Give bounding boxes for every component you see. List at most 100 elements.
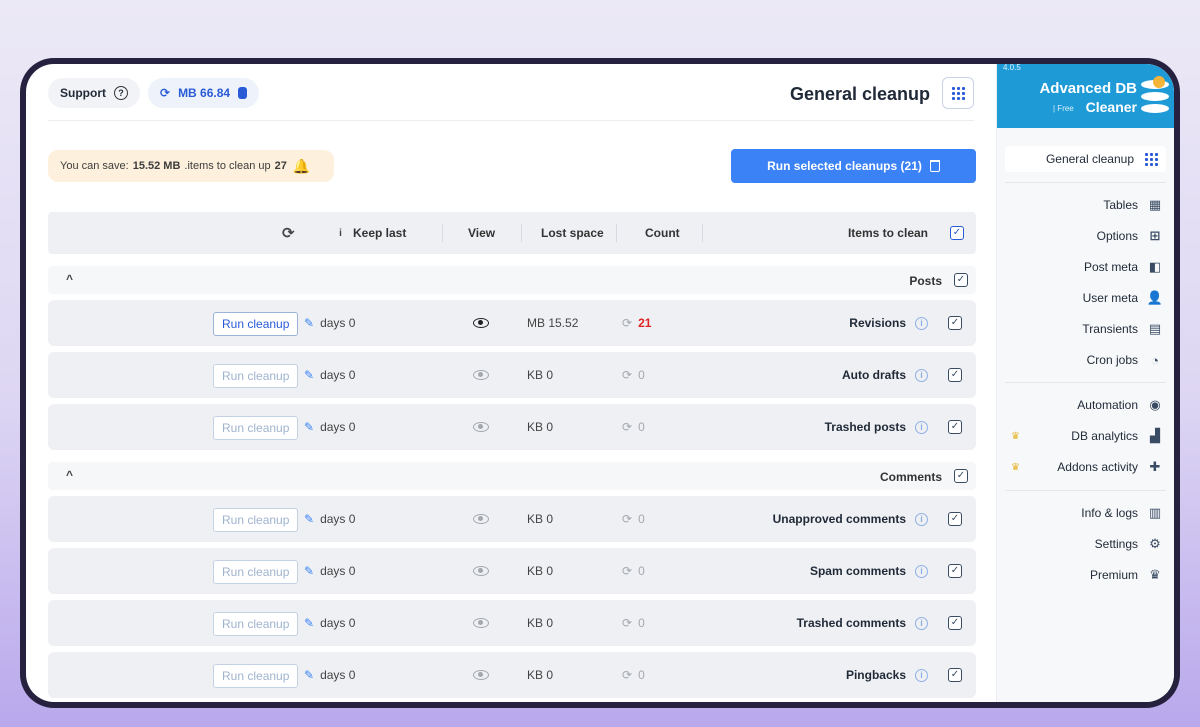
row-checkbox[interactable]: ✓ [948, 548, 962, 594]
sidebar-item-transients[interactable]: Transients ▤ [1082, 316, 1162, 342]
lost-space-cell: MB 15.52 [527, 316, 579, 330]
info-icon[interactable]: i [915, 352, 928, 398]
sidebar-item-label: Tables [1103, 198, 1138, 212]
sidebar-item-cron-jobs[interactable]: Cron jobs ◔ [1087, 347, 1162, 373]
section-checkbox[interactable]: ✓ [954, 273, 968, 287]
bar-chart-icon: ▟ [1150, 428, 1160, 443]
info-icon[interactable]: i [915, 600, 928, 646]
sidebar-item-user-meta[interactable]: User meta 👤 [1083, 285, 1163, 311]
keep-last-cell[interactable]: ✎ days 0 [304, 352, 355, 398]
keep-last-cell[interactable]: ✎ days 0 [304, 300, 355, 346]
count-header: Count [645, 226, 680, 240]
page-title: General cleanup [789, 84, 930, 104]
sidebar-item-general-cleanup[interactable]: General cleanup [1005, 146, 1166, 172]
sidebar-item-label: Options [1096, 229, 1138, 243]
keep-value: days 0 [320, 616, 356, 630]
version-label: 4.0.5 [1003, 64, 1021, 72]
info-icon[interactable]: i [915, 300, 928, 346]
row-checkbox[interactable]: ✓ [948, 652, 962, 698]
view-button[interactable] [473, 404, 489, 450]
keep-value: days 0 [320, 316, 356, 330]
run-cleanup-button[interactable]: Run cleanup [213, 664, 299, 688]
view-button[interactable] [473, 652, 489, 698]
run-cleanup-button[interactable]: Run cleanup [213, 364, 299, 388]
info-icon[interactable]: i [915, 496, 928, 542]
support-button[interactable]: Support ? [48, 78, 140, 108]
save-prefix: You can save: [60, 160, 129, 172]
items-count: 27 [274, 160, 287, 172]
lost-space-cell: KB 0 [527, 616, 554, 630]
table-row: Run cleanup ✎ days 0 KB 0 ⟳ 0 Pingbacks i … [48, 652, 976, 698]
lost-space-cell: KB 0 [527, 420, 554, 434]
table-row: Run cleanup ✎ days 0 KB 0 ⟳ 0 Spam comment… [48, 548, 976, 594]
pencil-icon: ✎ [304, 316, 315, 330]
sidebar-item-addons-activity[interactable]: Addons activity ✚ [1057, 454, 1162, 480]
view-button[interactable] [473, 600, 489, 646]
grid-view-button[interactable] [942, 77, 974, 109]
count-value: 0 [638, 368, 645, 382]
run-cleanup-button[interactable]: Run cleanup [213, 560, 299, 584]
info-icon[interactable]: i [915, 404, 928, 450]
row-checkbox[interactable]: ✓ [948, 352, 962, 398]
keep-last-cell[interactable]: ✎ days 0 [304, 496, 355, 542]
keep-last-header: i Keep last [334, 212, 406, 254]
collapse-icon[interactable]: ^ [66, 272, 73, 286]
table-row: Run cleanup ✎ days 0 KB 0 ⟳ 0 Auto drafts … [48, 352, 976, 398]
row-checkbox[interactable]: ✓ [948, 300, 962, 346]
pencil-icon: ✎ [304, 668, 315, 682]
table-row: Run cleanup ✎ days 0 KB 0 ⟳ 0 Trashed post… [48, 404, 976, 450]
count-value: 0 [638, 564, 645, 578]
row-checkbox[interactable]: ✓ [948, 600, 962, 646]
sidebar-item-db-analytics[interactable]: DB analytics ▟ [1071, 423, 1162, 449]
save-middle: .items to clean up [184, 160, 271, 172]
sidebar-item-automation[interactable]: Automation ◉ [1077, 392, 1162, 418]
count-value: 0 [638, 420, 645, 434]
automation-icon: ◉ [1149, 397, 1161, 412]
sidebar-item-options[interactable]: Options ⊞ [1097, 223, 1162, 249]
refresh-all-icon[interactable]: ⟳ [282, 212, 295, 254]
eye-icon [473, 370, 489, 380]
keep-last-cell[interactable]: ✎ days 0 [304, 652, 355, 698]
sidebar-item-premium[interactable]: Premium ♛ [1090, 562, 1162, 588]
clock-icon: ◔ [1151, 352, 1159, 368]
keep-value: days 0 [320, 564, 356, 578]
count-cell: ⟳ 0 [622, 548, 645, 594]
view-button[interactable] [473, 300, 489, 346]
crown-icon: ♛ [1011, 462, 1020, 473]
sidebar-item-settings[interactable]: Settings ⚙ [1095, 531, 1162, 557]
section-posts: ^ Posts ✓ [48, 266, 976, 294]
run-cleanup-button[interactable]: Run cleanup [213, 416, 299, 440]
run-selected-cleanups-button[interactable]: Run selected cleanups (21) [731, 149, 976, 183]
eye-icon [473, 318, 489, 328]
keep-last-cell[interactable]: ✎ days 0 [304, 548, 355, 594]
db-size-button[interactable]: ⟳ MB 66.84 [148, 78, 260, 108]
collapse-icon[interactable]: ^ [66, 468, 73, 482]
crown-icon: ♛ [1011, 431, 1020, 442]
sidebar-item-info-logs[interactable]: Info & logs ▥ [1081, 500, 1162, 526]
run-cleanup-button[interactable]: Run cleanup [213, 312, 299, 336]
sidebar-item-post-meta[interactable]: Post meta ◧ [1084, 254, 1162, 280]
table-header: ⟳ i Keep last View Lost space Count Item… [48, 212, 976, 254]
lost-space-cell: KB 0 [527, 512, 554, 526]
row-checkbox[interactable]: ✓ [948, 404, 962, 450]
run-cleanup-button[interactable]: Run cleanup [213, 508, 299, 532]
view-button[interactable] [473, 548, 489, 594]
row-checkbox[interactable]: ✓ [948, 496, 962, 542]
run-cleanup-button[interactable]: Run cleanup [213, 612, 299, 636]
main-panel: Support ? ⟳ MB 66.84 General cleanup You… [26, 64, 996, 702]
count-value: 21 [638, 316, 652, 330]
view-button[interactable] [473, 496, 489, 542]
info-icon[interactable]: i [915, 652, 928, 698]
info-icon[interactable]: i [915, 548, 928, 594]
run-selected-label: Run selected cleanups (21) [767, 159, 922, 173]
select-all-checkbox[interactable]: ✓ [950, 212, 964, 254]
keep-last-cell[interactable]: ✎ days 0 [304, 404, 355, 450]
keep-last-cell[interactable]: ✎ days 0 [304, 600, 355, 646]
count-cell: ⟳ 0 [622, 600, 645, 646]
post-meta-icon: ◧ [1148, 259, 1162, 274]
view-button[interactable] [473, 352, 489, 398]
eye-icon [473, 422, 489, 432]
info-icon: i [339, 227, 342, 239]
sidebar-item-tables[interactable]: Tables ▦ [1103, 192, 1162, 218]
section-checkbox[interactable]: ✓ [954, 469, 968, 483]
